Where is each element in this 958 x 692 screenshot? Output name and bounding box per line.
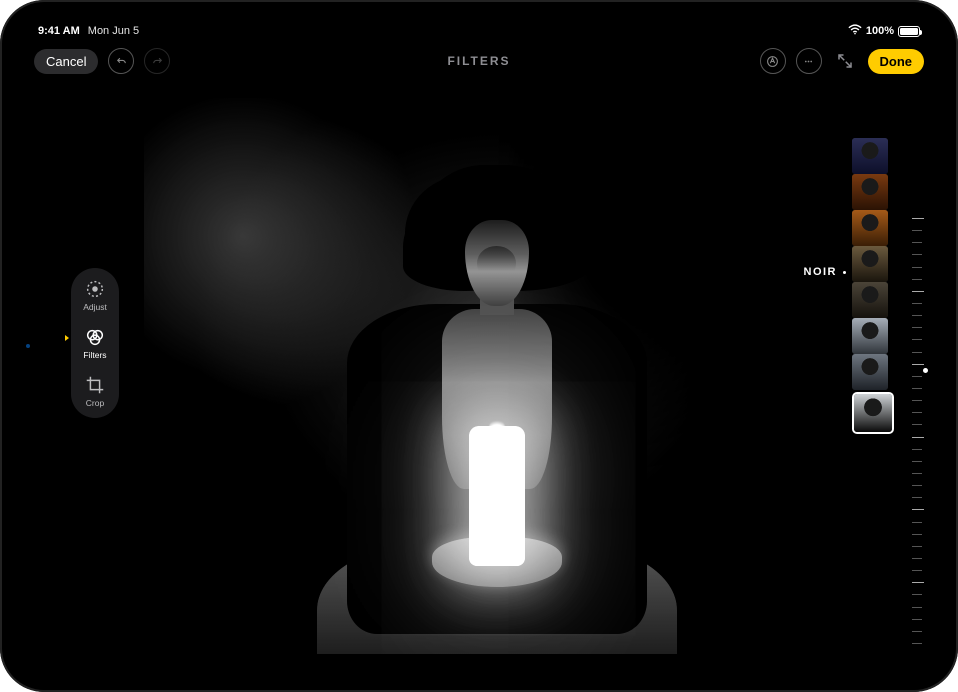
intensity-tick (912, 449, 922, 450)
filter-thumb-vivid-warm[interactable] (852, 174, 888, 210)
redo-button[interactable] (144, 48, 170, 74)
crop-label: Crop (86, 398, 104, 408)
filter-thumb-dramatic-warm[interactable] (852, 282, 888, 318)
intensity-tick (912, 315, 922, 316)
more-button[interactable] (796, 48, 822, 74)
intensity-tick (912, 279, 922, 280)
mode-title: FILTERS (447, 54, 510, 68)
undo-button[interactable] (108, 48, 134, 74)
filters-tool[interactable]: Filters (71, 326, 119, 360)
intensity-tick (912, 424, 922, 425)
intensity-tick (912, 218, 924, 219)
filter-thumb-dramatic[interactable] (852, 246, 888, 282)
fullscreen-button[interactable] (832, 48, 858, 74)
battery-percent: 100% (866, 25, 894, 37)
intensity-tick (912, 461, 922, 462)
wifi-icon (848, 24, 862, 38)
intensity-tick (912, 412, 922, 413)
intensity-tick (912, 473, 922, 474)
side-indicator-dot (26, 344, 30, 348)
intensity-tick (912, 388, 922, 389)
filter-thumb-noir[interactable] (852, 392, 894, 434)
intensity-tick (912, 509, 924, 510)
filter-thumb-mono[interactable] (852, 318, 888, 354)
filter-thumb-silvertone[interactable] (852, 354, 888, 390)
battery-icon (898, 26, 920, 37)
intensity-tick (912, 352, 922, 353)
intensity-tick (912, 643, 922, 644)
intensity-tick (912, 497, 922, 498)
intensity-tick (912, 339, 922, 340)
crop-tool[interactable]: Crop (71, 374, 119, 408)
cancel-button[interactable]: Cancel (34, 49, 98, 74)
filter-thumb-vivid-cool[interactable] (852, 210, 888, 246)
status-time: 9:41 AM (38, 25, 80, 37)
intensity-tick (912, 594, 922, 595)
intensity-tick (912, 534, 922, 535)
intensity-tick (912, 619, 922, 620)
intensity-tick (912, 400, 922, 401)
intensity-tick (912, 607, 922, 608)
intensity-tick (912, 437, 924, 438)
edit-toolbar: Cancel FILTERS Done (24, 44, 934, 78)
done-button[interactable]: Done (868, 49, 925, 74)
adjust-label: Adjust (83, 302, 107, 312)
intensity-tick (912, 327, 922, 328)
filter-intensity-scale[interactable] (912, 218, 924, 644)
selected-filter-label: NOIR (804, 266, 847, 278)
intensity-tick (912, 291, 924, 292)
intensity-tick (912, 267, 922, 268)
intensity-tick (912, 522, 922, 523)
intensity-tick (912, 364, 924, 365)
status-bar: 9:41 AM Mon Jun 5 100% (24, 18, 934, 40)
intensity-tick (912, 254, 922, 255)
status-date: Mon Jun 5 (88, 25, 139, 37)
intensity-tick (912, 631, 922, 632)
filter-strip[interactable] (852, 138, 894, 634)
adjust-tool[interactable]: Adjust (71, 278, 119, 312)
intensity-tick (912, 230, 922, 231)
intensity-tick (912, 546, 922, 547)
edited-photo (144, 98, 849, 654)
intensity-tick (912, 303, 922, 304)
filters-label: Filters (83, 350, 106, 360)
intensity-tick (912, 376, 922, 377)
photo-canvas[interactable] (144, 98, 849, 654)
intensity-tick (912, 485, 922, 486)
markup-button[interactable] (760, 48, 786, 74)
tool-rail: Adjust Filters Crop (71, 268, 119, 418)
filter-intensity-handle[interactable] (923, 368, 928, 373)
intensity-tick (912, 570, 922, 571)
intensity-tick (912, 558, 922, 559)
filter-thumb-vivid[interactable] (852, 138, 888, 174)
intensity-tick (912, 242, 922, 243)
intensity-tick (912, 582, 924, 583)
